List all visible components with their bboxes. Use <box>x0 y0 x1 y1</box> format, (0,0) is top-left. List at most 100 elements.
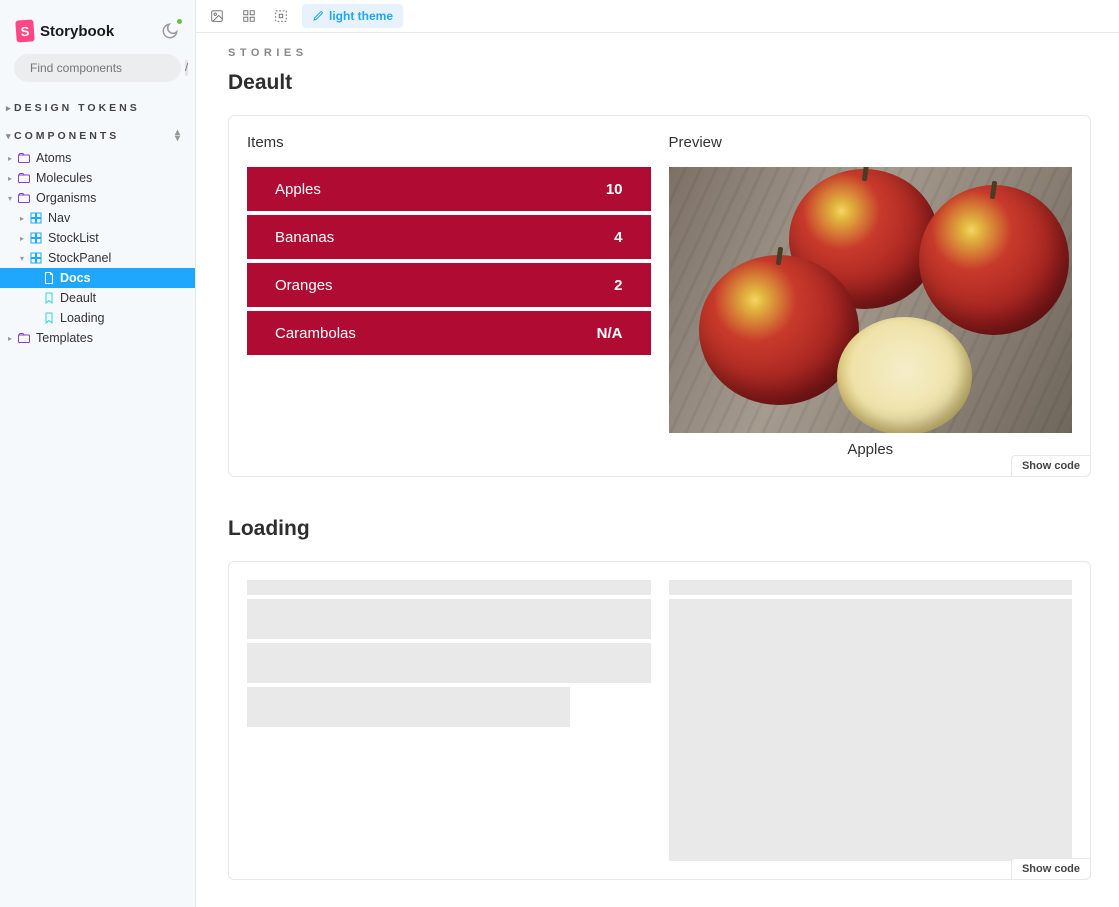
stock-list: Apples 10 Bananas 4 Oranges 2 Carambol <box>247 167 651 355</box>
document-icon <box>44 272 54 284</box>
tree-label: StockList <box>48 231 99 245</box>
tree-label: Docs <box>60 271 91 285</box>
story-title-deault: Deault <box>228 71 1091 95</box>
tree-label: Atoms <box>36 151 71 165</box>
loading-items-column <box>247 580 651 861</box>
outline-icon <box>274 9 288 23</box>
status-dot-icon <box>176 18 183 25</box>
stock-name: Carambolas <box>275 325 356 342</box>
sidebar: S Storybook / ▸ DESIGN TOKENS ▾ COMPONEN… <box>0 0 196 907</box>
stock-name: Oranges <box>275 277 333 294</box>
stock-value: 2 <box>614 277 622 294</box>
preview-column: Preview Apples <box>669 134 1073 458</box>
theme-label: light theme <box>329 9 393 23</box>
skeleton-bar <box>247 580 651 595</box>
items-label: Items <box>247 134 651 151</box>
bookmark-icon <box>44 292 54 304</box>
search-input[interactable] <box>30 61 185 75</box>
sidebar-header: S Storybook <box>0 12 195 54</box>
section-label: COMPONENTS <box>14 130 119 142</box>
tree-item-molecules[interactable]: ▸ Molecules <box>0 168 195 188</box>
skeleton-bar <box>247 599 651 639</box>
loading-preview-column <box>669 580 1073 861</box>
caret-right-icon: ▸ <box>20 234 28 243</box>
section-design-tokens[interactable]: ▸ DESIGN TOKENS <box>0 92 195 120</box>
tree-label: Loading <box>60 311 105 325</box>
skeleton-bar <box>669 580 1073 595</box>
search-input-wrapper[interactable]: / <box>14 54 181 82</box>
tree-label: Molecules <box>36 171 92 185</box>
preview-label: Preview <box>669 134 1073 151</box>
search-shortcut-hint: / <box>185 60 188 76</box>
stock-name: Bananas <box>275 229 334 246</box>
stock-row[interactable]: Carambolas N/A <box>247 311 651 355</box>
stock-name: Apples <box>275 181 321 198</box>
folder-icon <box>18 333 30 343</box>
component-icon <box>30 212 42 224</box>
apple-cut-illustration <box>837 317 972 433</box>
apple-illustration <box>919 185 1069 335</box>
sort-icon[interactable]: ▴▾ <box>175 130 183 142</box>
caret-down-icon: ▾ <box>8 194 16 203</box>
caret-right-icon: ▸ <box>6 103 14 114</box>
tree-item-atoms[interactable]: ▸ Atoms <box>0 148 195 168</box>
toolbar-outline-button[interactable] <box>270 5 292 27</box>
caret-down-icon: ▾ <box>6 131 14 142</box>
toolbar-grid-button[interactable] <box>238 5 260 27</box>
show-code-button[interactable]: Show code <box>1011 858 1091 880</box>
component-icon <box>30 232 42 244</box>
tree-item-templates[interactable]: ▸ Templates <box>0 328 195 348</box>
story-card-loading: Show code <box>228 561 1091 880</box>
tree-label: Deault <box>60 291 96 305</box>
stock-row[interactable]: Bananas 4 <box>247 215 651 259</box>
section-label: DESIGN TOKENS <box>14 102 140 114</box>
preview-image <box>669 167 1073 433</box>
storybook-logo[interactable]: S Storybook <box>16 20 114 42</box>
tree-item-organisms[interactable]: ▾ Organisms <box>0 188 195 208</box>
show-code-button[interactable]: Show code <box>1011 455 1091 477</box>
toolbar-photo-button[interactable] <box>206 5 228 27</box>
stock-row[interactable]: Oranges 2 <box>247 263 651 307</box>
apple-illustration <box>699 255 859 405</box>
tree-label: Nav <box>48 211 70 225</box>
preview-caption: Apples <box>669 433 1073 458</box>
stock-row[interactable]: Apples 10 <box>247 167 651 211</box>
component-icon <box>30 252 42 264</box>
folder-icon <box>18 173 30 183</box>
caret-right-icon: ▸ <box>20 214 28 223</box>
theme-toggle-button[interactable]: light theme <box>302 4 403 28</box>
stock-value: 10 <box>606 181 623 198</box>
tree-label: Organisms <box>36 191 96 205</box>
stories-eyebrow: STORIES <box>228 47 1091 59</box>
tree-label: StockPanel <box>48 251 111 265</box>
caret-right-icon: ▸ <box>8 174 16 183</box>
stock-value: 4 <box>614 229 622 246</box>
sidebar-settings-button[interactable] <box>159 20 181 42</box>
tree-item-deault[interactable]: Deault <box>0 288 195 308</box>
docs-content: STORIES Deault Items Apples 10 Bananas 4 <box>196 33 1119 907</box>
paintbrush-icon <box>312 10 324 22</box>
storybook-logo-mark: S <box>15 19 34 42</box>
caret-right-icon: ▸ <box>8 334 16 343</box>
folder-icon <box>18 153 30 163</box>
toolbar: light theme <box>196 0 1119 33</box>
tree-item-loading[interactable]: Loading <box>0 308 195 328</box>
story-card-deault: Items Apples 10 Bananas 4 Oranges 2 <box>228 115 1091 477</box>
tree-item-stockpanel[interactable]: ▾ StockPanel <box>0 248 195 268</box>
image-icon <box>210 9 224 23</box>
tree-item-stocklist[interactable]: ▸ StockList <box>0 228 195 248</box>
caret-down-icon: ▾ <box>20 254 28 263</box>
items-column: Items Apples 10 Bananas 4 Oranges 2 <box>247 134 651 458</box>
skeleton-bar <box>247 687 570 727</box>
app-name: Storybook <box>40 23 114 40</box>
story-title-loading: Loading <box>228 517 1091 541</box>
skeleton-bar <box>247 643 651 683</box>
tree-label: Templates <box>36 331 93 345</box>
tree-item-nav[interactable]: ▸ Nav <box>0 208 195 228</box>
bookmark-icon <box>44 312 54 324</box>
nav-tree: ▸ Atoms ▸ Molecules ▾ Organisms ▸ Nav ▸ … <box>0 148 195 348</box>
folder-icon <box>18 193 30 203</box>
section-components[interactable]: ▾ COMPONENTS ▴▾ <box>0 120 195 148</box>
tree-item-docs[interactable]: Docs <box>0 268 195 288</box>
moon-icon <box>161 22 179 40</box>
